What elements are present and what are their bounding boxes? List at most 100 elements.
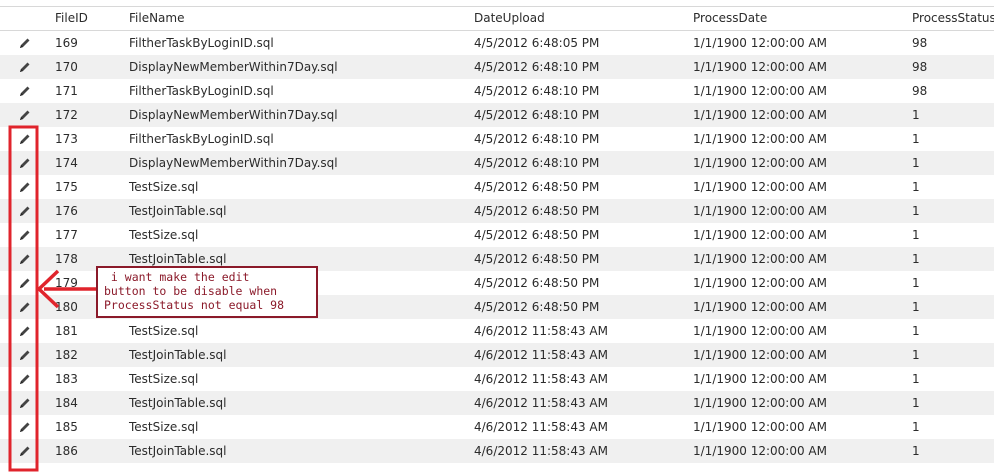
cell-dateupload: 4/6/2012 11:58:43 AM [474,444,608,458]
cell-fileid: 186 [55,444,78,458]
cell-fileid: 181 [55,324,78,338]
cell-processdate: 1/1/1900 12:00:00 AM [693,60,827,74]
cell-fileid: 182 [55,348,78,362]
cell-dateupload: 4/5/2012 6:48:05 PM [474,36,600,50]
cell-filename: FiltherTaskByLoginID.sql [129,132,274,146]
cell-filename: TestJoinTable.sql [129,348,227,362]
table-row: 176 TestJoinTable.sql 4/5/2012 6:48:50 PM 1… [0,199,994,223]
cell-fileid: 171 [55,84,78,98]
cell-processdate: 1/1/1900 12:00:00 AM [693,156,827,170]
cell-dateupload: 4/6/2012 11:58:43 AM [474,324,608,338]
cell-dateupload: 4/5/2012 6:48:50 PM [474,252,600,266]
cell-processstatus: 98 [912,36,928,50]
cell-processstatus: 1 [912,204,920,218]
cell-processstatus: 98 [912,60,928,74]
table-row: 184 TestJoinTable.sql 4/6/2012 11:58:43 AM… [0,391,994,415]
cell-fileid: 176 [55,204,78,218]
cell-processdate: 1/1/1900 12:00:00 AM [693,444,827,458]
cell-processstatus: 1 [912,156,920,170]
cell-processdate: 1/1/1900 12:00:00 AM [693,180,827,194]
cell-fileid: 174 [55,156,78,170]
cell-processdate: 1/1/1900 12:00:00 AM [693,84,827,98]
cell-processdate: 1/1/1900 12:00:00 AM [693,396,827,410]
cell-filename: DisplayNewMemberWithin7Day.sql [129,108,338,122]
table-row: 169 FiltherTaskByLoginID.sql 4/5/2012 6:48… [0,31,994,55]
table-row: 177 TestSize.sql 4/5/2012 6:48:50 PM 1/1/19… [0,223,994,247]
column-header-dateupload[interactable]: DateUpload [474,7,545,30]
cell-filename: TestJoinTable.sql [129,444,227,458]
cell-processstatus: 1 [912,444,920,458]
cell-processdate: 1/1/1900 12:00:00 AM [693,348,827,362]
cell-processdate: 1/1/1900 12:00:00 AM [693,252,827,266]
table-row: 182 TestJoinTable.sql 4/6/2012 11:58:43 AM… [0,343,994,367]
cell-fileid: 179 [55,276,78,290]
cell-processdate: 1/1/1900 12:00:00 AM [693,300,827,314]
table-row: 173 FiltherTaskByLoginID.sql 4/5/2012 6:48… [0,127,994,151]
annotation-note: i want make the edit button to be disabl… [96,266,318,318]
table-row: 174 DisplayNewMemberWithin7Day.sql 4/5/201… [0,151,994,175]
pencil-icon[interactable] [14,445,36,469]
cell-fileid: 184 [55,396,78,410]
cell-dateupload: 4/5/2012 6:48:50 PM [474,228,600,242]
cell-processstatus: 1 [912,252,920,266]
cell-processstatus: 1 [912,180,920,194]
cell-dateupload: 4/6/2012 11:58:43 AM [474,348,608,362]
cell-dateupload: 4/5/2012 6:48:50 PM [474,300,600,314]
cell-dateupload: 4/6/2012 11:58:43 AM [474,420,608,434]
cell-filename: TestSize.sql [129,420,199,434]
cell-processdate: 1/1/1900 12:00:00 AM [693,276,827,290]
cell-fileid: 175 [55,180,78,194]
cell-processstatus: 1 [912,372,920,386]
cell-dateupload: 4/5/2012 6:48:10 PM [474,84,600,98]
cell-processdate: 1/1/1900 12:00:00 AM [693,204,827,218]
column-header-processdate[interactable]: ProcessDate [693,7,767,30]
cell-filename: TestSize.sql [129,228,199,242]
cell-dateupload: 4/5/2012 6:48:50 PM [474,204,600,218]
cell-processstatus: 1 [912,228,920,242]
column-header-fileid[interactable]: FileID [55,7,88,30]
cell-dateupload: 4/5/2012 6:48:50 PM [474,276,600,290]
cell-filename: TestSize.sql [129,324,199,338]
cell-processstatus: 1 [912,396,920,410]
cell-dateupload: 4/5/2012 6:48:10 PM [474,156,600,170]
cell-processdate: 1/1/1900 12:00:00 AM [693,324,827,338]
cell-fileid: 177 [55,228,78,242]
grid-header-row: FileID FileName DateUpload ProcessDate P… [0,6,994,31]
cell-dateupload: 4/5/2012 6:48:10 PM [474,108,600,122]
table-row: 181 TestSize.sql 4/6/2012 11:58:43 AM 1/1/1… [0,319,994,343]
cell-filename: TestSize.sql [129,180,199,194]
cell-dateupload: 4/5/2012 6:48:50 PM [474,180,600,194]
table-row: 172 DisplayNewMemberWithin7Day.sql 4/5/201… [0,103,994,127]
cell-filename: TestSize.sql [129,372,199,386]
cell-fileid: 180 [55,300,78,314]
cell-processstatus: 1 [912,132,920,146]
cell-filename: DisplayNewMemberWithin7Day.sql [129,156,338,170]
table-row: 175 TestSize.sql 4/5/2012 6:48:50 PM 1/1/19… [0,175,994,199]
cell-processstatus: 98 [912,84,928,98]
cell-processstatus: 1 [912,276,920,290]
cell-fileid: 178 [55,252,78,266]
cell-dateupload: 4/5/2012 6:48:10 PM [474,132,600,146]
cell-processstatus: 1 [912,108,920,122]
grid-body: 169 FiltherTaskByLoginID.sql 4/5/2012 6:48… [0,31,994,463]
cell-processstatus: 1 [912,324,920,338]
cell-dateupload: 4/6/2012 11:58:43 AM [474,372,608,386]
cell-processdate: 1/1/1900 12:00:00 AM [693,108,827,122]
cell-fileid: 169 [55,36,78,50]
cell-processdate: 1/1/1900 12:00:00 AM [693,372,827,386]
cell-processstatus: 1 [912,420,920,434]
cell-filename: TestJoinTable.sql [129,204,227,218]
cell-filename: FiltherTaskByLoginID.sql [129,36,274,50]
cell-processdate: 1/1/1900 12:00:00 AM [693,132,827,146]
cell-filename: DisplayNewMemberWithin7Day.sql [129,60,338,74]
column-header-filename[interactable]: FileName [129,7,184,30]
cell-fileid: 172 [55,108,78,122]
cell-fileid: 170 [55,60,78,74]
table-row: 185 TestSize.sql 4/6/2012 11:58:43 AM 1/1/1… [0,415,994,439]
table-row: 170 DisplayNewMemberWithin7Day.sql 4/5/201… [0,55,994,79]
cell-processstatus: 1 [912,348,920,362]
cell-filename: TestJoinTable.sql [129,396,227,410]
edit-button[interactable] [14,439,36,469]
column-header-processstatus[interactable]: ProcessStatus [912,7,994,30]
cell-processdate: 1/1/1900 12:00:00 AM [693,420,827,434]
